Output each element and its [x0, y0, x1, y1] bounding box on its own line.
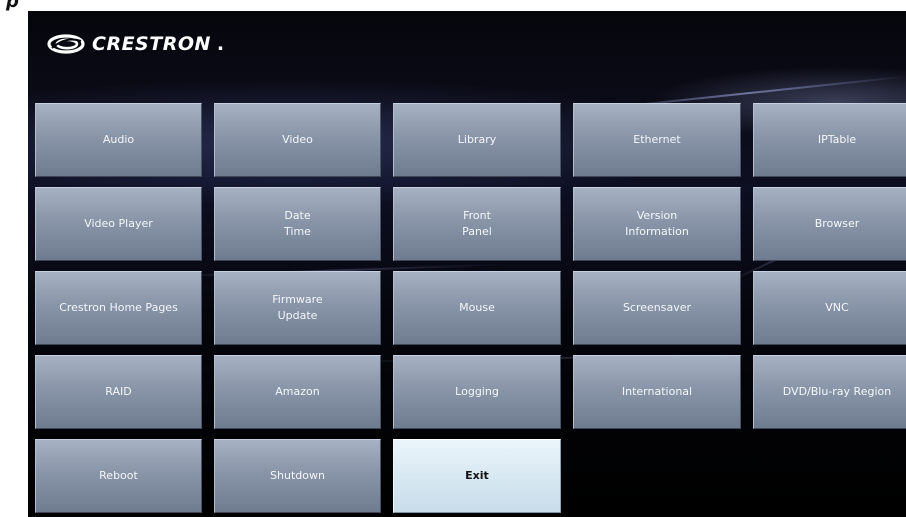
browser-button[interactable]: Browser — [753, 187, 906, 261]
crestron-setup-screen: CRESTRON. Audio Video Library Ethernet I… — [28, 11, 906, 517]
audio-button[interactable]: Audio — [35, 103, 202, 177]
date-time-button[interactable]: Date Time — [214, 187, 381, 261]
crestron-home-pages-button[interactable]: Crestron Home Pages — [35, 271, 202, 345]
dvd-bluray-region-button[interactable]: DVD/Blu-ray Region — [753, 355, 906, 429]
version-information-button[interactable]: Version Information — [573, 187, 741, 261]
top-strip: p — [0, 0, 906, 11]
raid-button[interactable]: RAID — [35, 355, 202, 429]
screensaver-button[interactable]: Screensaver — [573, 271, 741, 345]
mouse-button[interactable]: Mouse — [393, 271, 561, 345]
reboot-button[interactable]: Reboot — [35, 439, 202, 513]
clipped-title-glyph: p — [6, 0, 19, 11]
logo-wordmark: CRESTRON — [92, 33, 211, 55]
video-button[interactable]: Video — [214, 103, 381, 177]
crestron-swirl-icon — [47, 34, 85, 54]
video-player-button[interactable]: Video Player — [35, 187, 202, 261]
vnc-button[interactable]: VNC — [753, 271, 906, 345]
firmware-update-button[interactable]: Firmware Update — [214, 271, 381, 345]
logging-button[interactable]: Logging — [393, 355, 561, 429]
ethernet-button[interactable]: Ethernet — [573, 103, 741, 177]
logo-dot: . — [216, 33, 225, 55]
international-button[interactable]: International — [573, 355, 741, 429]
library-button[interactable]: Library — [393, 103, 561, 177]
amazon-button[interactable]: Amazon — [214, 355, 381, 429]
exit-button[interactable]: Exit — [393, 439, 561, 513]
iptable-button[interactable]: IPTable — [753, 103, 906, 177]
front-panel-button[interactable]: Front Panel — [393, 187, 561, 261]
setup-menu-grid: Audio Video Library Ethernet IPTable Vid… — [35, 103, 906, 513]
crestron-logo: CRESTRON. — [46, 33, 224, 55]
shutdown-button[interactable]: Shutdown — [214, 439, 381, 513]
